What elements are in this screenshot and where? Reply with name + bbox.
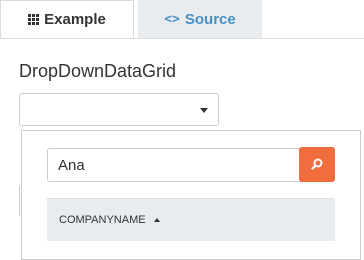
search-input[interactable] (47, 148, 311, 182)
grid-header-row: COMPANYNAME (47, 198, 335, 241)
tab-example-label: Example (44, 10, 106, 28)
tab-source[interactable]: <> Source (138, 0, 262, 38)
search-button[interactable] (299, 147, 335, 182)
tab-example[interactable]: Example (0, 0, 134, 38)
page-title: DropDownDataGrid (19, 61, 177, 81)
caret-down-icon (200, 108, 208, 113)
dropdown-data-grid[interactable] (19, 93, 219, 126)
column-header-companyname[interactable]: COMPANYNAME (59, 214, 160, 226)
tab-bar: Example <> Source (0, 0, 364, 39)
code-icon: <> (164, 11, 180, 27)
column-header-label: COMPANYNAME (59, 214, 146, 226)
search-icon (311, 158, 323, 170)
grid-icon (28, 13, 40, 25)
tab-source-label: Source (184, 10, 236, 28)
sort-ascending-icon (153, 218, 160, 222)
